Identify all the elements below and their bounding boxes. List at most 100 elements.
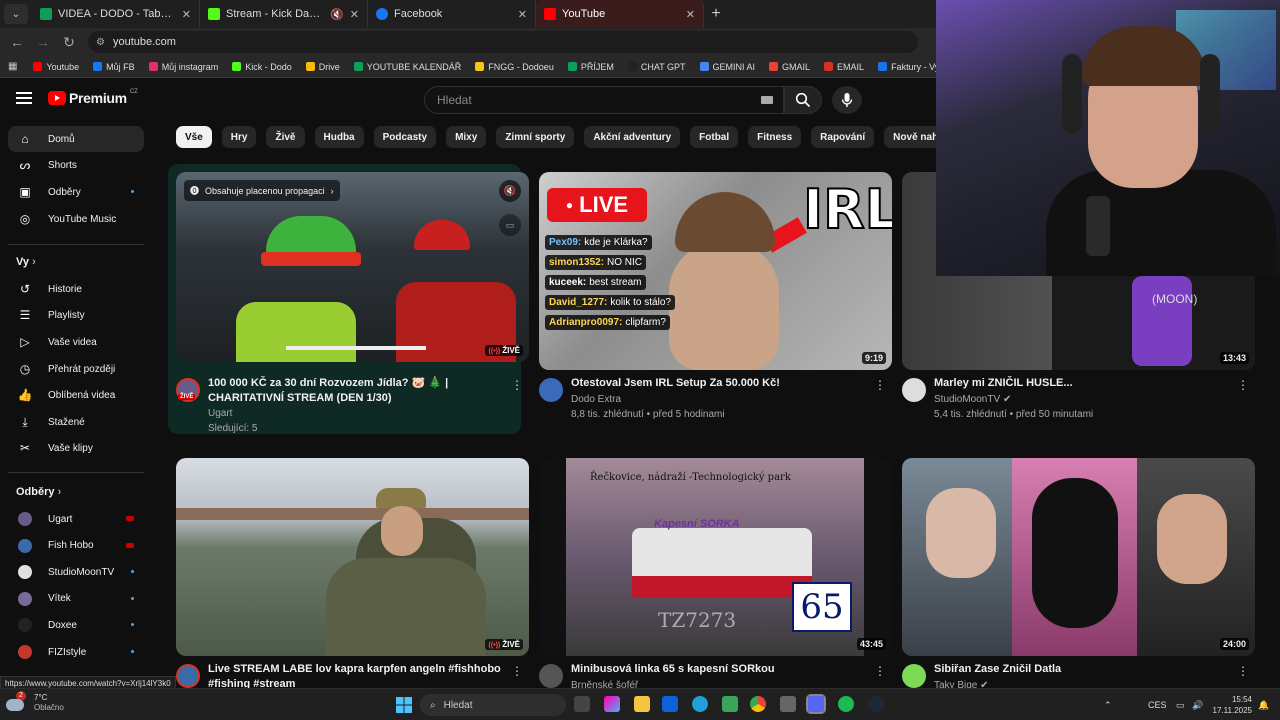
sidebar-item-liked[interactable]: 👍 Oblíbená videa bbox=[8, 382, 144, 408]
discord-icon[interactable] bbox=[806, 694, 826, 714]
sidebar-sub-0[interactable]: Ugart bbox=[8, 506, 144, 532]
video-thumbnail[interactable]: ŽIVĚ bbox=[176, 458, 529, 656]
tray-overflow-icon[interactable]: ⌃ bbox=[1104, 700, 1112, 711]
weather-widget[interactable]: 2 7°C Oblačno bbox=[6, 691, 64, 713]
mute-button[interactable]: 🔇 bbox=[499, 180, 521, 202]
bookmark-item[interactable]: FNGG - Dodoeu bbox=[469, 62, 560, 72]
bookmark-item[interactable]: GEMINI AI bbox=[694, 62, 762, 72]
youtube-premium-logo[interactable]: Premium CZ bbox=[48, 89, 138, 106]
forward-icon[interactable]: → bbox=[36, 34, 50, 50]
calculator-icon[interactable] bbox=[780, 696, 796, 712]
more-options-icon[interactable]: ⋮ bbox=[874, 664, 886, 678]
chip-4[interactable]: Podcasty bbox=[373, 126, 437, 148]
bookmark-item[interactable]: CHAT GPT bbox=[622, 62, 692, 72]
bookmark-item[interactable]: YOUTUBE KALENDÁŘ bbox=[348, 62, 468, 72]
bookmark-item[interactable]: EMAIL bbox=[818, 62, 870, 72]
network-icon[interactable]: ▭ bbox=[1176, 700, 1185, 711]
video-card[interactable]: 24:00 Sibiřan Zase Zničil Datla Taky Big… bbox=[902, 458, 1255, 720]
chip-5[interactable]: Mixy bbox=[446, 126, 487, 148]
video-thumbnail[interactable]: Řečkovice, nádraží -Technologický park K… bbox=[539, 458, 892, 656]
search-input[interactable]: Hledat bbox=[424, 86, 784, 114]
bookmark-item[interactable]: Youtube bbox=[27, 62, 85, 72]
sidebar-item-history[interactable]: ↺ Historie bbox=[8, 276, 144, 302]
start-icon[interactable] bbox=[396, 697, 412, 713]
more-options-icon[interactable]: ⋮ bbox=[1237, 664, 1249, 678]
channel-avatar[interactable] bbox=[539, 664, 563, 688]
volume-icon[interactable]: 🔊 bbox=[1192, 700, 1203, 711]
app-icon[interactable] bbox=[722, 696, 738, 712]
sidebar-sub-4[interactable]: Doxee bbox=[8, 612, 144, 638]
chip-10[interactable]: Rapování bbox=[811, 126, 875, 148]
sidebar-item-home[interactable]: ⌂ Domů bbox=[8, 126, 144, 152]
more-options-icon[interactable]: ⋮ bbox=[511, 664, 523, 678]
bookmark-item[interactable]: Můj instagram bbox=[143, 62, 225, 72]
bookmark-item[interactable]: GMAIL bbox=[763, 62, 816, 72]
clock[interactable]: 15:54 17.11.2025 bbox=[1213, 694, 1252, 716]
video-card[interactable]: Řečkovice, nádraží -Technologický park K… bbox=[539, 458, 892, 720]
video-thumbnail[interactable]: ⓿Obsahuje placenou propagaci› 🔇 ▭ ŽIVĚ bbox=[176, 172, 529, 362]
sidebar-item-subscriptions[interactable]: ▣ Odběry bbox=[8, 179, 144, 205]
sidebar-sub-5[interactable]: FIZIstyle bbox=[8, 639, 144, 665]
sidebar-item-watch-later[interactable]: ◷ Přehrát později bbox=[8, 356, 144, 382]
close-icon[interactable]: ✕ bbox=[686, 8, 695, 21]
video-thumbnail[interactable]: 24:00 bbox=[902, 458, 1255, 656]
chrome-icon[interactable] bbox=[750, 696, 766, 712]
video-title[interactable]: Sibiřan Zase Zničil Datla bbox=[934, 662, 1234, 677]
close-icon[interactable]: ✕ bbox=[518, 8, 527, 21]
channel-name[interactable]: Ugart bbox=[208, 408, 232, 419]
spotify-icon[interactable] bbox=[838, 696, 854, 712]
outlook-icon[interactable] bbox=[662, 696, 678, 712]
video-title[interactable]: Marley mi ZNIČIL HUSLE... bbox=[934, 376, 1234, 391]
video-card[interactable]: ● LIVE IRL Pex09: kde je Klárka? simon1352:… bbox=[539, 172, 892, 442]
paid-promotion-label[interactable]: ⓿ Obsahuje placenou propagaci › bbox=[184, 180, 340, 201]
channel-name[interactable]: StudioMoonTV ✔ bbox=[934, 394, 1011, 405]
chip-1[interactable]: Hry bbox=[221, 126, 257, 148]
video-thumbnail[interactable]: ● LIVE IRL Pex09: kde je Klárka? simon1352:… bbox=[539, 172, 892, 370]
chip-6[interactable]: Zimní sporty bbox=[496, 126, 575, 148]
captions-button[interactable]: ▭ bbox=[499, 214, 521, 236]
taskbar-search[interactable]: ⌕ Hledat bbox=[420, 694, 566, 716]
more-options-icon[interactable]: ⋮ bbox=[1237, 378, 1249, 392]
search-button[interactable] bbox=[784, 86, 822, 114]
video-title[interactable]: Minibusová linka 65 s kapesní SORkou bbox=[571, 662, 871, 677]
channel-name[interactable]: Dodo Extra bbox=[571, 394, 621, 405]
video-title[interactable]: 100 000 KČ za 30 dní Rozvozem Jídla? 🐷 🎄… bbox=[208, 376, 508, 406]
chip-2[interactable]: Živě bbox=[266, 126, 305, 148]
voice-search-button[interactable] bbox=[832, 86, 862, 114]
video-card[interactable]: ŽIVĚ Live STREAM LABE lov kapra karpfen … bbox=[176, 458, 529, 720]
mute-icon[interactable]: 🔇 bbox=[330, 8, 344, 21]
chip-9[interactable]: Fitness bbox=[748, 126, 802, 148]
more-options-icon[interactable]: ⋮ bbox=[511, 378, 523, 392]
sidebar-item-playlists[interactable]: ☰ Playlisty bbox=[8, 302, 144, 328]
edge-icon[interactable] bbox=[692, 696, 708, 712]
bookmark-item[interactable]: Můj FB bbox=[87, 62, 141, 72]
sidebar-sub-1[interactable]: Fish Hobo bbox=[8, 533, 144, 559]
sidebar-sub-2[interactable]: StudioMoonTV bbox=[8, 559, 144, 585]
sidebar-item-music[interactable]: ◎ YouTube Music bbox=[8, 206, 144, 232]
bookmark-item[interactable]: PŘÍJEM bbox=[562, 62, 620, 72]
reload-icon[interactable]: ↻ bbox=[62, 34, 76, 51]
file-explorer-icon[interactable] bbox=[634, 696, 650, 712]
input-language[interactable]: CES bbox=[1148, 700, 1167, 710]
tab-facebook[interactable]: Facebook ✕ bbox=[368, 0, 536, 28]
more-options-icon[interactable]: ⋮ bbox=[874, 378, 886, 392]
apps-icon[interactable]: ▦ bbox=[8, 61, 17, 72]
tab-sheets[interactable]: VIDEA - DODO - Tabulky Googl ✕ bbox=[32, 0, 200, 28]
chip-8[interactable]: Fotbal bbox=[690, 126, 739, 148]
sidebar-subs-header[interactable]: Odběry › bbox=[16, 486, 61, 498]
back-icon[interactable]: ← bbox=[10, 34, 24, 50]
channel-avatar[interactable] bbox=[176, 664, 200, 688]
task-view-icon[interactable] bbox=[574, 696, 590, 712]
site-info-icon[interactable]: ⚙ bbox=[96, 37, 105, 48]
tab-youtube[interactable]: YouTube ✕ bbox=[536, 0, 704, 28]
url-field[interactable]: ⚙ youtube.com bbox=[88, 31, 918, 53]
channel-avatar[interactable] bbox=[902, 378, 926, 402]
new-tab-button[interactable]: + bbox=[704, 5, 728, 23]
sidebar-item-clips[interactable]: ✂ Vaše klipy bbox=[8, 435, 144, 461]
menu-icon[interactable] bbox=[16, 92, 32, 104]
sidebar-sub-3[interactable]: Vítek bbox=[8, 586, 144, 612]
keyboard-icon[interactable] bbox=[761, 96, 773, 104]
bookmark-item[interactable]: Kick - Dodo bbox=[226, 62, 298, 72]
channel-avatar[interactable] bbox=[902, 664, 926, 688]
video-card[interactable]: ⓿Obsahuje placenou propagaci› 🔇 ▭ ŽIVĚ Ž… bbox=[168, 164, 529, 434]
